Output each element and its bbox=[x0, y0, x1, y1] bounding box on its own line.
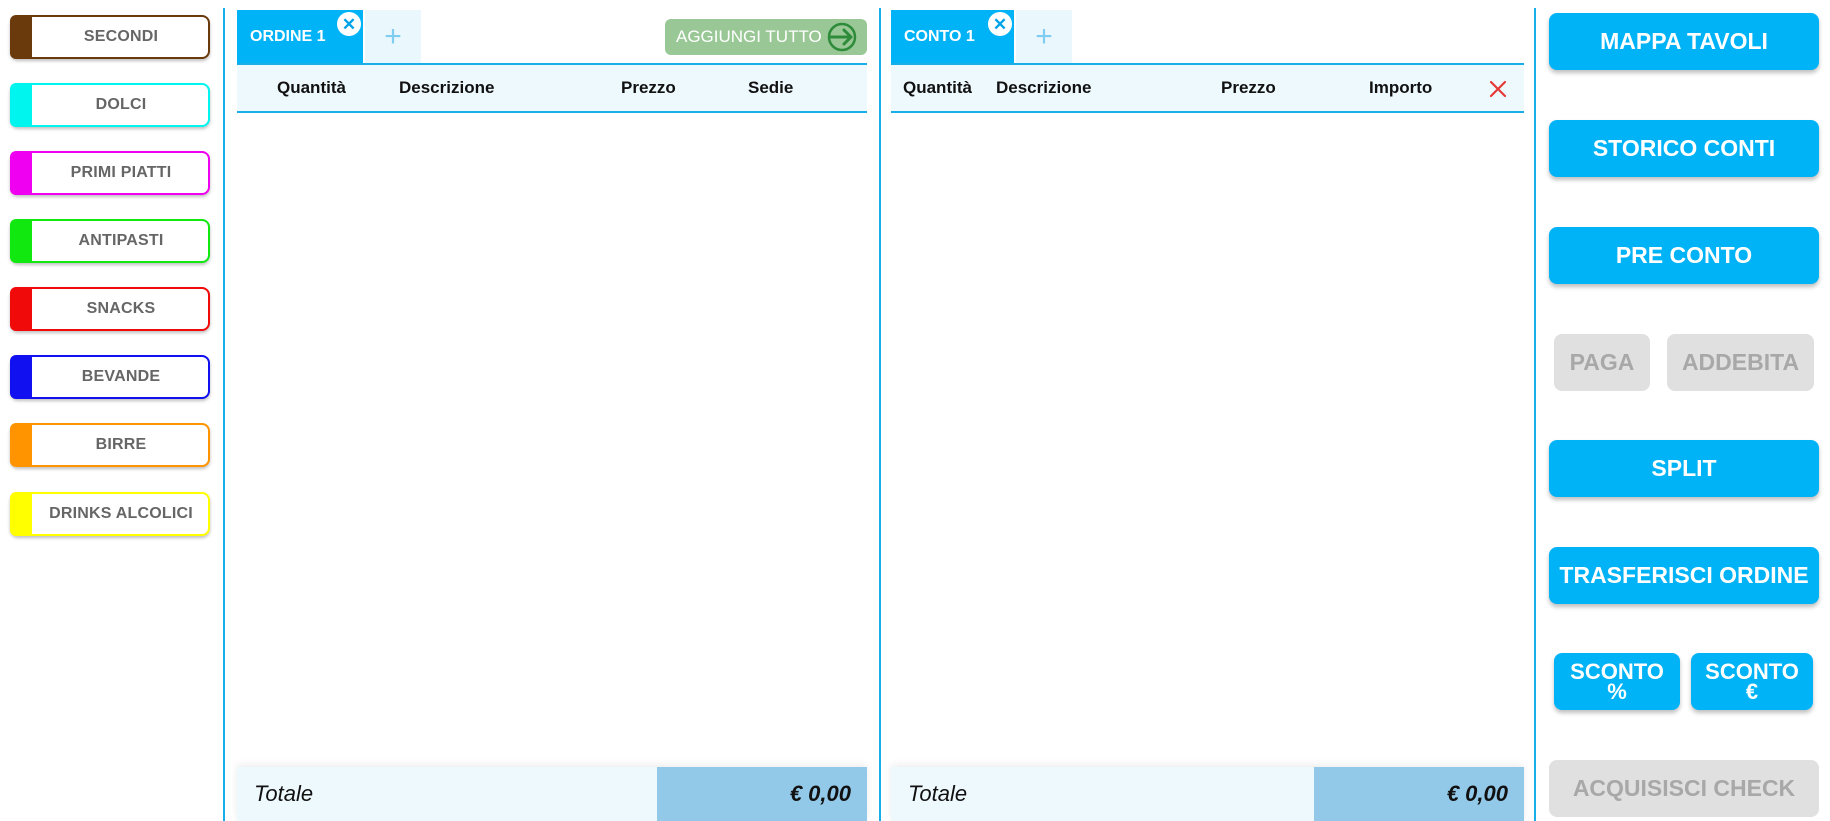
category-color-swatch bbox=[10, 287, 32, 331]
tab-conto-1[interactable]: CONTO 1 ✕ bbox=[891, 10, 1014, 63]
category-dolci[interactable]: DOLCI bbox=[10, 83, 210, 127]
category-label: BIRRE bbox=[95, 436, 147, 453]
category-label: DRINKS ALCOLICI bbox=[49, 505, 193, 522]
category-drinks-alcolici[interactable]: DRINKS ALCOLICI bbox=[10, 492, 210, 536]
divider bbox=[879, 8, 881, 821]
category-antipasti[interactable]: ANTIPASTI bbox=[10, 219, 210, 263]
column-header-quantita: Quantità bbox=[277, 78, 346, 97]
divider bbox=[1534, 8, 1536, 821]
add-order-tab-button[interactable]: + bbox=[365, 10, 421, 63]
arrow-right-circle-icon bbox=[827, 22, 857, 52]
storico-conti-button[interactable]: STORICO CONTI bbox=[1549, 120, 1819, 177]
tab-label: CONTO 1 bbox=[904, 27, 975, 45]
close-icon[interactable]: ✕ bbox=[337, 12, 361, 36]
order-table-header: Quantità Descrizione Prezzo Sedie bbox=[237, 65, 867, 113]
bill-table-body[interactable] bbox=[891, 113, 1524, 767]
mappa-tavoli-button[interactable]: MAPPA TAVOLI bbox=[1549, 13, 1819, 70]
category-secondi[interactable]: SECONDI bbox=[10, 15, 210, 59]
category-label: SECONDI bbox=[83, 28, 159, 45]
category-color-swatch bbox=[10, 423, 32, 467]
bill-table-header: Quantità Descrizione Prezzo Importo bbox=[891, 65, 1524, 113]
category-primi-piatti[interactable]: PRIMI PIATTI bbox=[10, 151, 210, 195]
percent-symbol: % bbox=[1607, 678, 1627, 704]
add-all-label: AGGIUNGI TUTTO bbox=[676, 27, 822, 46]
order-panel: ORDINE 1 ✕ + AGGIUNGI TUTTO Quantità Des… bbox=[237, 0, 867, 821]
sconto-euro-button[interactable]: SCONTO € bbox=[1691, 653, 1813, 710]
category-list: SECONDI DOLCI PRIMI PIATTI ANTIPASTI SNA… bbox=[0, 0, 222, 821]
category-color-swatch bbox=[10, 492, 32, 536]
paga-button[interactable]: PAGA bbox=[1554, 334, 1650, 391]
category-color-swatch bbox=[10, 219, 32, 263]
column-header-prezzo: Prezzo bbox=[621, 78, 676, 97]
tab-ordine-1[interactable]: ORDINE 1 ✕ bbox=[237, 10, 363, 63]
category-label: DOLCI bbox=[95, 96, 147, 113]
close-icon[interactable]: ✕ bbox=[988, 12, 1012, 36]
column-header-prezzo: Prezzo bbox=[1221, 78, 1276, 97]
total-label: Totale bbox=[254, 781, 314, 806]
total-value: € 0,00 bbox=[657, 767, 867, 821]
category-color-swatch bbox=[10, 15, 32, 59]
column-header-descrizione: Descrizione bbox=[399, 78, 495, 97]
acquisisci-check-button[interactable]: ACQUISISCI CHECK bbox=[1549, 760, 1819, 817]
plus-icon: + bbox=[1035, 19, 1053, 53]
plus-icon: + bbox=[384, 19, 402, 53]
bill-panel: CONTO 1 ✕ + Quantità Descrizione Prezzo … bbox=[891, 0, 1524, 821]
category-label: PRIMI PIATTI bbox=[70, 164, 172, 181]
total-value: € 0,00 bbox=[1314, 767, 1524, 821]
add-bill-tab-button[interactable]: + bbox=[1016, 10, 1072, 63]
order-total-bar: Totale € 0,00 bbox=[237, 767, 867, 821]
category-color-swatch bbox=[10, 355, 32, 399]
category-label: BEVANDE bbox=[81, 368, 161, 385]
euro-symbol: € bbox=[1745, 678, 1759, 704]
category-snacks[interactable]: SNACKS bbox=[10, 287, 210, 331]
category-bevande[interactable]: BEVANDE bbox=[10, 355, 210, 399]
tab-label: ORDINE 1 bbox=[250, 27, 326, 45]
split-button[interactable]: SPLIT bbox=[1549, 440, 1819, 497]
category-birre[interactable]: BIRRE bbox=[10, 423, 210, 467]
category-label: SNACKS bbox=[86, 300, 156, 317]
total-label: Totale bbox=[908, 781, 968, 806]
close-icon[interactable] bbox=[1489, 80, 1507, 98]
category-color-swatch bbox=[10, 83, 32, 127]
order-table-body[interactable] bbox=[237, 113, 867, 767]
bill-total-bar: Totale € 0,00 bbox=[891, 767, 1524, 821]
category-color-swatch bbox=[10, 151, 32, 195]
column-header-importo: Importo bbox=[1369, 78, 1433, 97]
divider bbox=[223, 8, 225, 821]
add-all-button[interactable]: AGGIUNGI TUTTO bbox=[665, 19, 867, 55]
addebita-button[interactable]: ADDEBITA bbox=[1667, 334, 1814, 391]
column-header-descrizione: Descrizione bbox=[996, 78, 1092, 97]
trasferisci-ordine-button[interactable]: TRASFERISCI ORDINE bbox=[1549, 547, 1819, 604]
category-label: ANTIPASTI bbox=[78, 232, 164, 249]
sconto-percent-button[interactable]: SCONTO % bbox=[1554, 653, 1680, 710]
pre-conto-button[interactable]: PRE CONTO bbox=[1549, 227, 1819, 284]
column-header-sedie: Sedie bbox=[748, 78, 794, 97]
column-header-quantita: Quantità bbox=[903, 78, 972, 97]
